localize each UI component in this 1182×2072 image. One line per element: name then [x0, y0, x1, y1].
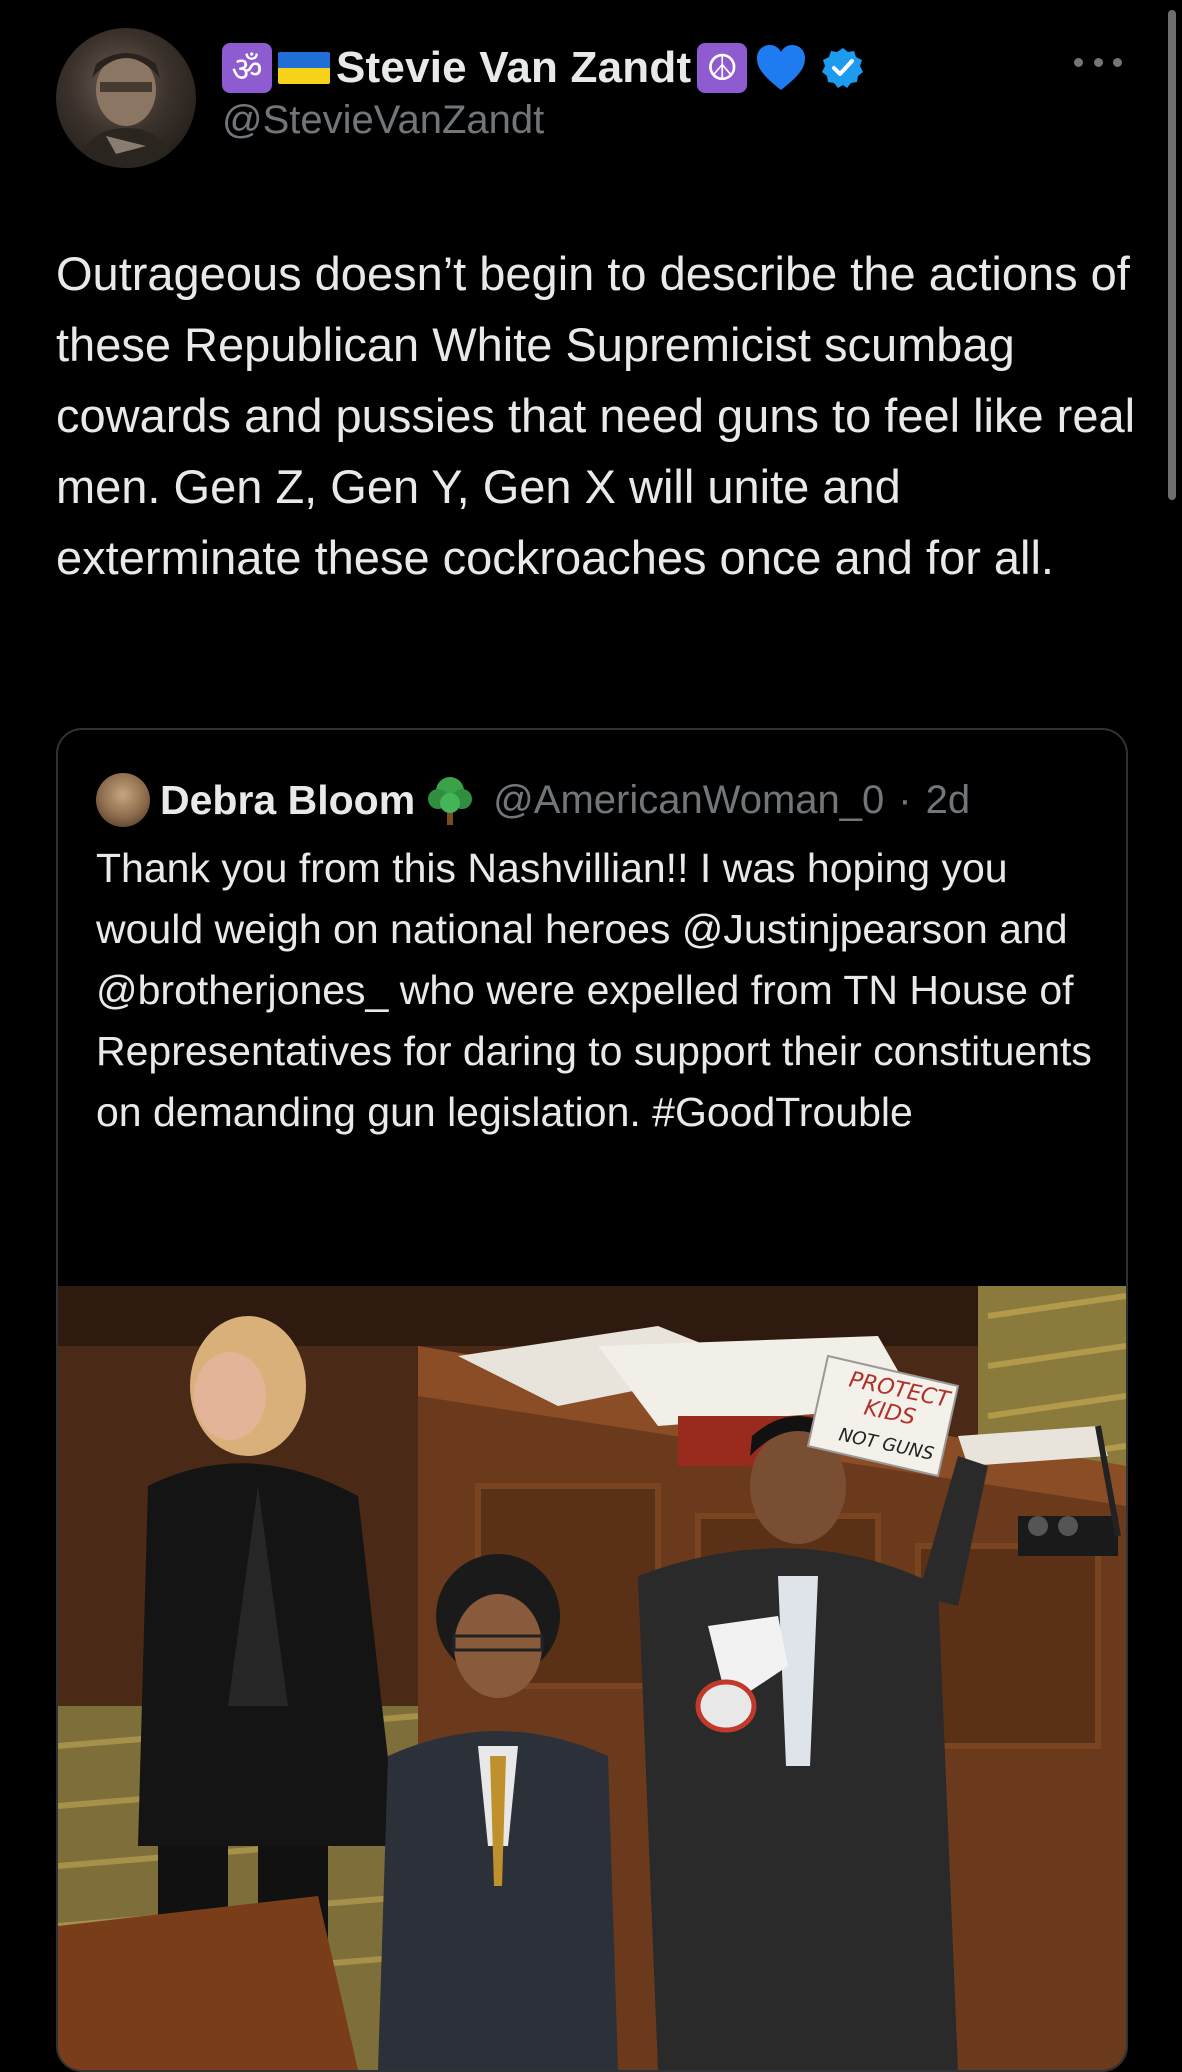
om-icon: ॐ	[222, 43, 272, 93]
tweet-text: Outrageous doesn’t begin to describe the…	[56, 247, 1136, 584]
peace-icon: ☮	[697, 43, 748, 93]
quoted-timestamp: 2d	[925, 777, 971, 822]
author-display-name[interactable]: Stevie Van Zandt	[336, 43, 691, 93]
separator-dot: ·	[898, 777, 912, 822]
author-name-row[interactable]: ॐ Stevie Van Zandt ☮	[222, 38, 865, 98]
quoted-tweet-text: Thank you from this Nashvillian!! I was …	[96, 845, 1092, 1135]
quoted-author-display-name: Debra Bloom	[160, 776, 416, 823]
quoted-author-handle: @AmericanWoman_0	[493, 777, 885, 822]
quoted-author-avatar	[96, 773, 150, 827]
scrollbar[interactable]	[1168, 10, 1176, 500]
ukraine-flag-icon	[278, 52, 330, 84]
blue-heart-icon	[757, 45, 806, 90]
author-handle[interactable]: @StevieVanZandt	[222, 98, 544, 143]
author-avatar[interactable]	[56, 28, 196, 168]
more-horizontal-icon[interactable]	[1074, 50, 1122, 74]
quoted-tweet-card[interactable]: Debra Bloom @AmericanWoman_0 · 2d Thank …	[56, 728, 1128, 2072]
quoted-tweet-photo[interactable]: PROTECT KIDS NOT GUNS	[58, 1286, 1126, 2070]
tree-icon	[428, 777, 473, 825]
verified-icon	[822, 48, 864, 88]
quoted-tweet-header: Debra Bloom @AmericanWoman_0 · 2d	[96, 772, 970, 828]
